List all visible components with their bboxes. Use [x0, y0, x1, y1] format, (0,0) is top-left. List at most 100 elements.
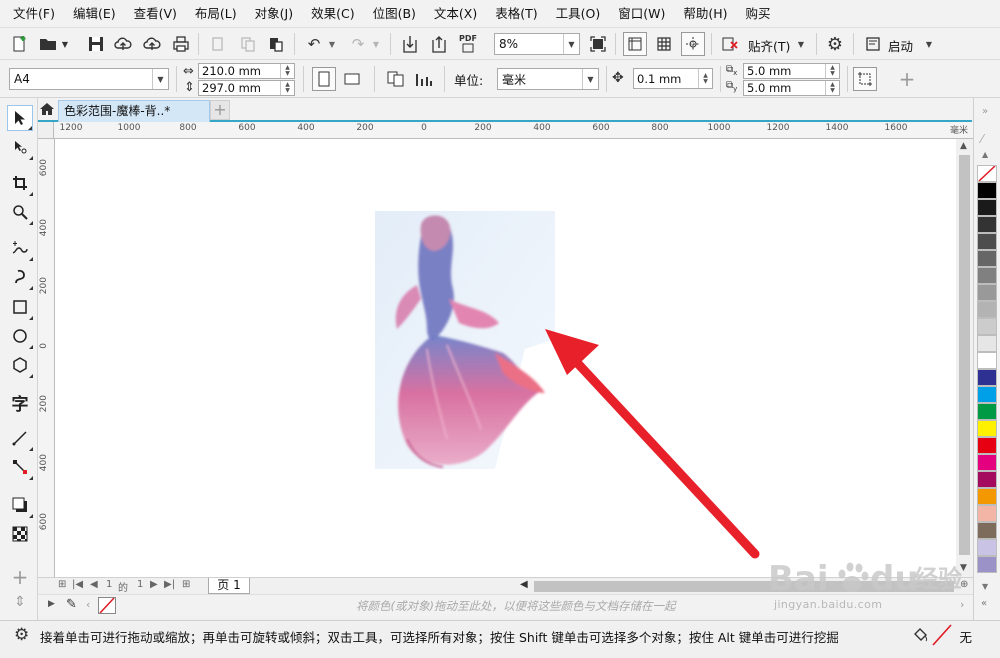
zoom-to-page-icon[interactable]: [586, 32, 610, 56]
transparency-tool-icon[interactable]: [7, 521, 33, 547]
color-swatch[interactable]: [977, 233, 997, 250]
menu-item[interactable]: 效果(C): [302, 2, 363, 26]
menu-item[interactable]: 表格(T): [486, 2, 546, 26]
palette-scroll-left-icon[interactable]: ‹: [86, 598, 90, 611]
horizontal-ruler[interactable]: 1200 1000 800 600 400 200 0 200 400 600 …: [54, 122, 974, 139]
spinner-arrows-icon[interactable]: ▲ ▼: [825, 81, 839, 95]
color-swatch[interactable]: [977, 352, 997, 369]
import-icon[interactable]: [398, 32, 422, 56]
palette-scroll-up-icon[interactable]: ▲: [982, 150, 988, 159]
connector-tool-icon[interactable]: [7, 454, 33, 480]
cloud-publish-icon[interactable]: [140, 32, 164, 56]
add-icon[interactable]: +: [895, 67, 919, 91]
spinner-arrows-icon[interactable]: ▲ ▼: [825, 64, 839, 78]
color-swatch[interactable]: [977, 522, 997, 539]
color-swatch[interactable]: [977, 284, 997, 301]
menu-item[interactable]: 购买: [737, 2, 780, 26]
publish-pdf-icon[interactable]: PDF: [456, 32, 480, 56]
color-swatch[interactable]: [977, 216, 997, 233]
menu-item[interactable]: 查看(V): [125, 2, 186, 26]
scroll-up-icon[interactable]: ▲: [960, 141, 967, 151]
redo-dropdown-icon[interactable]: ▼: [369, 32, 383, 56]
save-icon[interactable]: [84, 32, 108, 56]
units-combo[interactable]: 毫米 ▼: [497, 68, 599, 90]
portrait-icon[interactable]: [312, 67, 336, 91]
color-swatch[interactable]: [977, 437, 997, 454]
all-pages-icon[interactable]: [384, 67, 408, 91]
menu-item[interactable]: 工具(O): [547, 2, 610, 26]
snap-off-icon[interactable]: [718, 32, 742, 56]
color-swatch[interactable]: [977, 369, 997, 386]
snap-to-menu[interactable]: 贴齐(T): [748, 36, 790, 55]
treat-as-filled-icon[interactable]: [853, 67, 877, 91]
launch-label[interactable]: 启动: [888, 36, 913, 55]
color-swatch[interactable]: [977, 454, 997, 471]
landscape-icon[interactable]: [340, 67, 364, 91]
cut-icon[interactable]: [206, 32, 230, 56]
eyedropper-icon[interactable]: ✎: [66, 597, 77, 612]
color-swatch[interactable]: [977, 250, 997, 267]
duplicate-x-field[interactable]: 5.0 mm ▲ ▼: [743, 63, 840, 79]
snap-dropdown-icon[interactable]: ▼: [794, 32, 808, 56]
tab-document[interactable]: 色彩范围-魔棒-背..*: [58, 100, 210, 122]
menu-item[interactable]: 窗口(W): [609, 2, 674, 26]
zoom-level-combo[interactable]: 8% ▼: [494, 33, 580, 55]
paste-icon[interactable]: [264, 32, 288, 56]
fill-indicator-icon[interactable]: [912, 626, 930, 647]
page-width-field[interactable]: 210.0 mm ▲ ▼: [198, 63, 295, 79]
menu-item[interactable]: 帮助(H): [674, 2, 736, 26]
pick-tool-icon[interactable]: [7, 105, 33, 131]
color-swatch[interactable]: [977, 403, 997, 420]
gear-icon[interactable]: ⚙: [823, 32, 847, 56]
home-icon[interactable]: [39, 101, 55, 120]
add-tool-icon[interactable]: +: [7, 564, 33, 590]
show-guidelines-icon[interactable]: [681, 32, 705, 56]
menu-item[interactable]: 编辑(E): [64, 2, 125, 26]
spinner-arrows-icon[interactable]: ▲ ▼: [280, 64, 294, 78]
print-icon[interactable]: [169, 32, 193, 56]
menu-item[interactable]: 布局(L): [186, 2, 246, 26]
page-height-field[interactable]: 297.0 mm ▲ ▼: [198, 80, 295, 96]
palette-eyedropper-icon[interactable]: ⁄: [981, 132, 983, 146]
export-icon[interactable]: [427, 32, 451, 56]
ellipse-tool-icon[interactable]: [7, 323, 33, 349]
color-swatch[interactable]: [977, 488, 997, 505]
launch-dropdown-icon[interactable]: ▼: [922, 32, 936, 56]
open-folder-icon[interactable]: [36, 32, 60, 56]
palette-overflow-icon[interactable]: »: [982, 106, 988, 117]
spinner-arrows-icon[interactable]: ▲ ▼: [280, 81, 294, 95]
show-rulers-icon[interactable]: [623, 32, 647, 56]
color-swatch[interactable]: [977, 182, 997, 199]
no-fill-swatch[interactable]: [977, 165, 997, 182]
no-color-swatch[interactable]: [98, 597, 116, 614]
scroll-left-icon[interactable]: ◀: [520, 579, 528, 590]
chevron-down-icon[interactable]: ▼: [582, 69, 598, 89]
artistic-media-tool-icon[interactable]: [7, 264, 33, 290]
polygon-tool-icon[interactable]: [7, 352, 33, 378]
nudge-distance-field[interactable]: 0.1 mm ▲ ▼: [633, 68, 713, 89]
chevron-down-icon[interactable]: ▼: [563, 34, 579, 54]
tab-page-1[interactable]: 页 1: [208, 578, 250, 594]
menu-item[interactable]: 位图(B): [364, 2, 425, 26]
freehand-tool-icon[interactable]: [7, 235, 33, 261]
palette-menu-icon[interactable]: ▶: [48, 599, 55, 609]
cloud-upload-icon[interactable]: [111, 32, 135, 56]
menu-item[interactable]: 文件(F): [4, 2, 64, 26]
page-size-combo[interactable]: A4 ▼: [9, 68, 169, 90]
zoom-tool-icon[interactable]: [7, 199, 33, 225]
ruler-origin[interactable]: [38, 122, 54, 139]
redo-icon[interactable]: ↷: [346, 32, 370, 56]
copy-icon[interactable]: [236, 32, 260, 56]
palette-scroll-down-icon[interactable]: ▼: [982, 582, 988, 591]
menu-item[interactable]: 对象(J): [246, 2, 302, 26]
new-document-icon[interactable]: [8, 32, 32, 56]
fish-image[interactable]: [375, 211, 555, 469]
gear-icon[interactable]: ⚙: [14, 625, 29, 645]
chevron-down-icon[interactable]: ▼: [152, 69, 168, 89]
vertical-scrollbar[interactable]: ▲ ▼: [956, 139, 973, 577]
show-grid-icon[interactable]: [652, 32, 676, 56]
color-swatch[interactable]: [977, 386, 997, 403]
parallel-dimension-tool-icon[interactable]: [7, 425, 33, 451]
new-tab-icon[interactable]: +: [210, 100, 230, 120]
color-swatch[interactable]: [977, 301, 997, 318]
